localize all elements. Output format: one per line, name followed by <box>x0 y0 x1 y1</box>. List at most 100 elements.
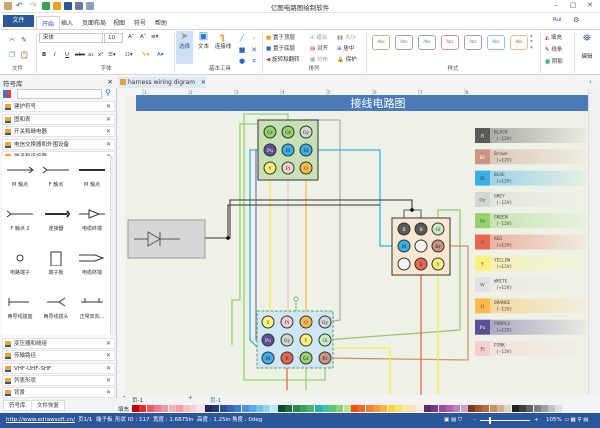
menu-page-layout[interactable]: 页面布局 <box>77 16 111 29</box>
palette-swatch[interactable] <box>475 405 483 412</box>
close-category-icon[interactable]: ✕ <box>106 376 111 386</box>
highlight-button[interactable]: ✎▾ <box>142 52 149 58</box>
rotation-handle[interactable] <box>293 296 299 302</box>
close-button[interactable]: ✕ <box>584 1 596 11</box>
rotate-button[interactable]: ◀ 旋转和翻转 <box>266 55 300 63</box>
palette-swatch[interactable] <box>387 405 395 412</box>
symbol-item[interactable]: 电缆终端 <box>74 246 110 282</box>
align-button[interactable]: ▤ 对齐 <box>310 44 328 52</box>
group-button[interactable]: ⁜ 组合 <box>310 33 327 41</box>
palette-swatch[interactable] <box>467 405 475 412</box>
line-spacing-button[interactable]: ☰▾ <box>108 52 116 58</box>
palette-swatch[interactable] <box>205 405 212 412</box>
close-library-icon[interactable]: ✕ <box>108 78 113 86</box>
palette-swatch[interactable] <box>292 405 300 412</box>
page-nav-icon[interactable]: ⌃ <box>122 396 127 402</box>
shadow-button[interactable]: ■ 阴影 <box>545 57 563 65</box>
style-preset[interactable]: Abc <box>418 35 436 50</box>
zoom-in-button[interactable]: + <box>534 413 539 428</box>
close-category-icon[interactable]: ✕ <box>106 127 111 137</box>
tab-symbol-library[interactable]: 符号库 <box>3 400 32 411</box>
palette-swatch[interactable] <box>241 405 249 412</box>
library-category[interactable]: 电信交换器和外围设备 ✕ <box>2 138 115 150</box>
send-back-button[interactable]: ■ 置于底层 <box>266 44 295 52</box>
symbol-item[interactable]: 连接器 <box>38 202 74 238</box>
palette-swatch[interactable] <box>285 405 293 412</box>
palette-swatch[interactable] <box>329 405 337 412</box>
font-size-select[interactable]: 10 <box>104 33 123 43</box>
palette-swatch[interactable] <box>248 405 256 412</box>
vertical-scrollbar[interactable] <box>588 89 600 395</box>
line-shape-icon[interactable]: ╱ <box>238 34 246 42</box>
palette-swatch[interactable] <box>234 405 242 412</box>
palette-swatch[interactable] <box>307 405 315 412</box>
bring-front-button[interactable]: ■ 置于顶层 <box>266 33 295 41</box>
palette-swatch[interactable] <box>438 405 446 412</box>
style-preset[interactable]: Abc <box>464 35 482 50</box>
close-tab-icon[interactable]: ✕ <box>201 79 206 86</box>
font-name-select[interactable]: 宋体 <box>39 33 103 43</box>
zoom-slider-thumb[interactable] <box>489 417 491 424</box>
document-tab[interactable]: harness wiring digram ✕ <box>118 77 206 88</box>
close-category-icon[interactable]: ✕ <box>106 140 111 150</box>
tab-file-recovery[interactable]: 文件恢复 <box>31 400 66 411</box>
italic-button[interactable]: I <box>54 52 56 58</box>
cut-icon[interactable]: ✂ <box>8 36 16 44</box>
format-painter-icon[interactable]: ✎ <box>20 36 28 44</box>
library-category[interactable]: 传输路径 ✕ <box>2 350 115 362</box>
connector-pin[interactable] <box>414 239 428 253</box>
palette-swatch[interactable] <box>372 405 380 412</box>
menu-symbol[interactable]: 符号 <box>129 16 151 29</box>
shrink-font-button[interactable]: A˅ <box>140 34 147 40</box>
palette-swatch[interactable] <box>497 405 504 412</box>
align-text-button[interactable]: ≡▾ <box>151 34 158 40</box>
palette-swatch[interactable] <box>161 405 169 412</box>
library-category[interactable]: 背景 ✕ <box>2 387 115 399</box>
library-menu-icon[interactable] <box>3 90 11 98</box>
symbol-item[interactable]: 两导线插头 <box>38 290 74 326</box>
palette-swatch[interactable] <box>358 405 366 412</box>
style-preset[interactable]: Abc <box>441 35 459 50</box>
palette-swatch[interactable] <box>445 405 453 412</box>
minimize-button[interactable]: – <box>550 1 562 11</box>
zoom-slider[interactable] <box>480 420 530 421</box>
menu-insert[interactable]: 插入 <box>56 16 78 29</box>
palette-swatch[interactable] <box>139 405 147 412</box>
palette-swatch[interactable] <box>175 405 183 412</box>
palette-swatch[interactable] <box>489 405 497 412</box>
symbol-item[interactable]: F 触点 2 <box>2 202 38 238</box>
page-tab[interactable]: 页-1 <box>210 396 221 404</box>
palette-swatch[interactable] <box>197 405 205 412</box>
symbol-item[interactable]: 电路端子 <box>2 246 38 282</box>
library-category[interactable]: 列表形状 ✕ <box>2 374 115 386</box>
size-button[interactable]: ▮▮ 大小 <box>337 33 356 41</box>
palette-swatch[interactable] <box>299 405 307 412</box>
grow-font-button[interactable]: A˄ <box>128 34 135 40</box>
palette-swatch[interactable] <box>540 405 548 412</box>
palette-swatch[interactable] <box>153 405 161 412</box>
connector-pin[interactable] <box>397 257 411 271</box>
palette-swatch[interactable] <box>343 405 351 412</box>
style-preset[interactable]: Abc <box>395 35 413 50</box>
palette-swatch[interactable] <box>278 405 285 412</box>
close-category-icon[interactable]: ✕ <box>106 364 111 374</box>
select-tool-button[interactable]: ➤ 选择 <box>176 31 193 64</box>
library-category[interactable]: 建护符号 ✕ <box>2 101 115 112</box>
subscript-button[interactable]: x₂ <box>88 52 93 58</box>
underline-button[interactable]: U <box>65 52 69 58</box>
connector-tool-button[interactable]: ┓ 连接线 <box>213 31 233 64</box>
menu-view[interactable]: 视图 <box>108 16 130 29</box>
library-search-input[interactable] <box>17 89 102 99</box>
symbol-item[interactable]: M 触点 <box>2 158 38 194</box>
palette-swatch[interactable] <box>416 405 424 412</box>
strikethrough-button[interactable]: abc <box>75 52 85 58</box>
library-category[interactable]: VHF-UHF-SHF ✕ <box>2 362 115 374</box>
style-preset[interactable]: Abc <box>510 35 528 50</box>
protect-button[interactable]: 🔒 保护 <box>337 55 357 63</box>
palette-swatch[interactable] <box>146 405 154 412</box>
style-preset[interactable]: Abc <box>487 35 505 50</box>
palette-swatch[interactable] <box>424 405 431 412</box>
bold-button[interactable]: B <box>42 52 46 58</box>
palette-swatch[interactable] <box>431 405 439 412</box>
palette-swatch[interactable] <box>518 405 526 412</box>
